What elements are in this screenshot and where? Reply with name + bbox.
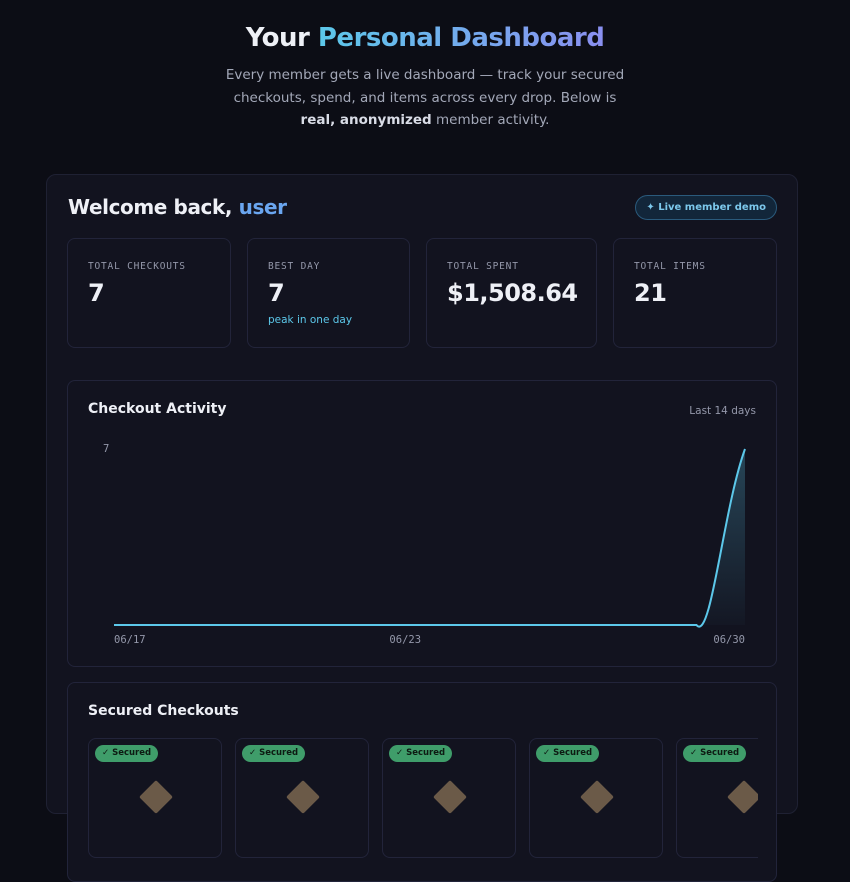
subtitle-bold: real, anonymized (300, 112, 432, 128)
series-line (114, 448, 746, 628)
checkout-tile[interactable]: ✓ Secured (676, 738, 758, 858)
stat-label: TOTAL CHECKOUTS (88, 261, 186, 272)
secured-badge: ✓ Secured (683, 745, 747, 762)
product-thumbnail (286, 780, 320, 814)
stat-label: TOTAL SPENT (447, 261, 519, 272)
stat-value: 7 (268, 279, 285, 307)
product-thumbnail (727, 780, 758, 814)
x-tick-label: 06/17 (114, 634, 146, 646)
stat-subtext: peak in one day (268, 314, 353, 326)
stat-total-checkouts: TOTAL CHECKOUTS 7 (67, 238, 231, 348)
subtitle-text-1: Every member gets a live dashboard — tra… (225, 67, 625, 106)
stats-row: TOTAL CHECKOUTS 7 BEST DAY 7 peak in one… (67, 238, 777, 348)
title-accent: Personal Dashboard (317, 23, 605, 53)
y-tick-label: 7 (103, 443, 109, 455)
welcome-prefix: Welcome back, (68, 195, 239, 219)
hero-section: Your Personal Dashboard Every member get… (0, 0, 850, 132)
x-tick-label: 06/30 (713, 634, 745, 646)
checkout-activity-panel: Checkout Activity Last 14 days 7 06/17 06/… (67, 380, 777, 667)
checkout-tile[interactable]: ✓ Secured (235, 738, 369, 858)
checkout-tile[interactable]: ✓ Secured (382, 738, 516, 858)
dashboard-card: Welcome back, user ✦ Live member demo TO… (46, 174, 798, 882)
stat-label: TOTAL ITEMS (634, 261, 706, 272)
welcome-heading: Welcome back, user (68, 195, 287, 219)
activity-chart: 7 06/17 06/23 06/30 (103, 443, 746, 646)
product-thumbnail (580, 780, 614, 814)
product-thumbnail (433, 780, 467, 814)
x-tick-label: 06/23 (389, 634, 421, 646)
secured-tiles: ✓ Secured ✓ Secured ✓ Secured ✓ Secured … (88, 738, 758, 858)
stat-label: BEST DAY (268, 261, 321, 272)
stat-total-items: TOTAL ITEMS 21 (613, 238, 777, 348)
subtitle-text-2: member activity. (431, 112, 550, 128)
secured-badge: ✓ Secured (95, 745, 159, 762)
page-title: Your Personal Dashboard (0, 22, 850, 54)
secured-badge: ✓ Secured (242, 745, 306, 762)
stat-total-spent: TOTAL SPENT $1,508.64 (426, 238, 597, 348)
secured-checkouts-panel: Secured Checkouts ✓ Secured ✓ Secured ✓ … (67, 682, 777, 882)
stat-value: 21 (634, 279, 667, 307)
secured-title: Secured Checkouts (88, 703, 239, 719)
secured-badge: ✓ Secured (536, 745, 600, 762)
stat-best-day: BEST DAY 7 peak in one day (247, 238, 410, 348)
page-subtitle: Every member gets a live dashboard — tra… (215, 64, 635, 132)
live-demo-badge: ✦ Live member demo (635, 195, 777, 220)
username: user (238, 195, 287, 219)
checkout-tile[interactable]: ✓ Secured (529, 738, 663, 858)
checkout-tile[interactable]: ✓ Secured (88, 738, 222, 858)
stat-value: 7 (88, 279, 105, 307)
product-thumbnail (139, 780, 173, 814)
secured-badge: ✓ Secured (389, 745, 453, 762)
series-area (114, 449, 745, 627)
title-plain: Your (245, 23, 318, 53)
stat-value: $1,508.64 (447, 279, 578, 307)
